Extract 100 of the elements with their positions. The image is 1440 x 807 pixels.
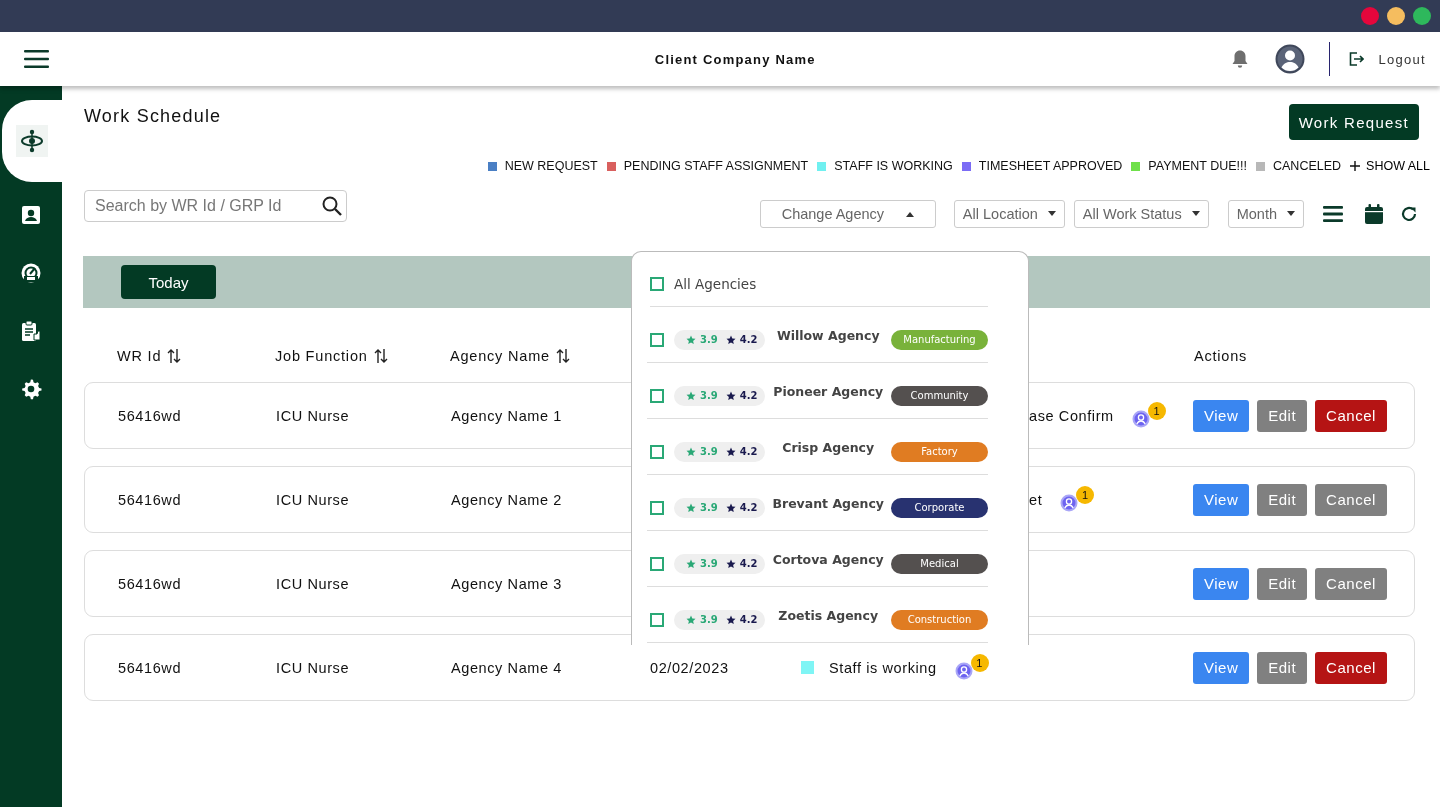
star-icon xyxy=(686,446,696,457)
company-name: Client Company Name xyxy=(653,51,817,67)
table-cell-text: 56416wd xyxy=(118,659,183,676)
edit-button[interactable]: Edit xyxy=(1257,483,1308,516)
status-text: ase Confirm xyxy=(1029,407,1114,424)
staff-icon[interactable] xyxy=(1060,493,1079,512)
status-text: et xyxy=(1029,491,1043,508)
view-button[interactable]: View xyxy=(1193,567,1250,600)
sort-icon[interactable] xyxy=(373,348,388,364)
search-field[interactable]: Search by WR Id / GRP Id xyxy=(84,190,347,222)
agency-name[interactable]: Pioneer Agency xyxy=(765,384,891,399)
refresh-icon[interactable] xyxy=(1400,205,1418,223)
option-label: All Agencies xyxy=(674,276,757,292)
star-icon xyxy=(686,614,696,625)
agency-name[interactable]: Willow Agency xyxy=(765,328,891,343)
table-cell-text: Agency Name 4 xyxy=(451,659,563,676)
view-button[interactable]: View xyxy=(1193,483,1250,516)
star-icon xyxy=(725,558,736,569)
table-cell-text: 56416wd xyxy=(118,407,183,424)
legend-label: TIMESHEET APPROVED xyxy=(978,159,1123,173)
table-cell-text: ICU Nurse xyxy=(276,407,351,424)
filter-dropdown[interactable]: Change Agency xyxy=(759,200,936,228)
rating-pill: 3.9 4.2 xyxy=(674,497,766,518)
checkbox[interactable] xyxy=(650,277,664,291)
checkbox[interactable] xyxy=(650,500,664,515)
table-cell-text: 56416wd xyxy=(118,575,183,592)
search-icon[interactable] xyxy=(321,195,343,217)
agency-name[interactable]: Cortova Agency xyxy=(765,552,891,567)
table-cell-text: ICU Nurse xyxy=(276,491,351,508)
edit-button[interactable]: Edit xyxy=(1257,399,1308,432)
rating-pill: 3.9 4.2 xyxy=(674,553,766,574)
checkbox[interactable] xyxy=(650,444,664,459)
checkbox[interactable] xyxy=(650,556,664,571)
count-badge: 1 xyxy=(1076,485,1095,504)
settings-icon xyxy=(20,378,42,400)
star-icon xyxy=(686,502,696,513)
status-text: Staff is working xyxy=(829,659,937,676)
table-cell-text: ICU Nurse xyxy=(276,659,351,676)
agency-name[interactable]: Brevant Agency xyxy=(765,496,891,511)
star-icon xyxy=(686,558,696,569)
logout-icon xyxy=(1348,51,1365,67)
sort-icon[interactable] xyxy=(555,348,570,364)
category-tag: Corporate xyxy=(891,497,988,518)
checkbox[interactable] xyxy=(650,332,664,347)
table-cell-text: 56416wd xyxy=(118,491,183,508)
list-view-icon[interactable] xyxy=(1322,203,1344,225)
column-header: WR Id xyxy=(117,348,162,364)
star-icon xyxy=(725,390,736,401)
filter-dropdown[interactable]: Month xyxy=(1227,200,1304,228)
column-header: Actions xyxy=(1194,348,1248,364)
filter-dropdown[interactable]: All Work Status xyxy=(1073,200,1209,228)
sidebar-item[interactable] xyxy=(2,100,62,182)
edit-button[interactable]: Edit xyxy=(1257,651,1308,684)
show-all-button[interactable]: SHOW ALL xyxy=(1350,159,1430,173)
gauge-icon xyxy=(20,262,42,284)
logout-button[interactable]: Logout xyxy=(1348,51,1426,67)
category-tag: Construction xyxy=(891,609,988,630)
menu-icon[interactable] xyxy=(24,49,49,69)
legend-label: STAFF IS WORKING xyxy=(834,159,953,173)
table-cell-text: Agency Name 1 xyxy=(451,407,563,424)
staff-icon[interactable] xyxy=(1131,409,1150,428)
view-button[interactable]: View xyxy=(1193,399,1250,432)
rating-pill: 3.9 4.2 xyxy=(674,385,766,406)
avatar-icon[interactable] xyxy=(1275,44,1306,74)
plus-icon xyxy=(1350,161,1361,171)
calendar-icon[interactable] xyxy=(1364,203,1384,225)
bell-icon[interactable] xyxy=(1231,49,1250,69)
agency-name[interactable]: Crisp Agency xyxy=(765,440,891,455)
legend-label: PAYMENT DUE!!! xyxy=(1148,159,1247,173)
legend-label: NEW REQUEST xyxy=(504,159,598,173)
cancel-button[interactable]: Cancel xyxy=(1315,399,1387,432)
star-icon xyxy=(725,614,736,625)
checkbox[interactable] xyxy=(650,388,664,403)
staff-icon[interactable] xyxy=(954,661,973,680)
work-request-button[interactable]: Work Request xyxy=(1288,104,1419,140)
view-button[interactable]: View xyxy=(1193,651,1250,684)
category-tag: Community xyxy=(891,385,988,406)
page-title: Work Schedule xyxy=(84,106,222,127)
today-button[interactable]: Today xyxy=(121,265,216,299)
hub-icon xyxy=(16,125,48,157)
checkbox[interactable] xyxy=(650,612,664,627)
agency-name[interactable]: Zoetis Agency xyxy=(765,608,891,623)
contact-card-icon xyxy=(20,204,42,226)
legend-label: CANCELED xyxy=(1273,159,1342,173)
table-cell-text: ICU Nurse xyxy=(276,575,351,592)
star-icon xyxy=(725,446,736,457)
star-icon xyxy=(725,334,736,345)
star-icon xyxy=(686,390,696,401)
window-control[interactable] xyxy=(1413,7,1431,25)
category-tag: Manufacturing xyxy=(891,329,988,350)
sort-icon[interactable] xyxy=(167,348,182,364)
legend-label: PENDING STAFF ASSIGNMENT xyxy=(623,159,809,173)
filter-dropdown[interactable]: All Location xyxy=(953,200,1065,228)
star-icon xyxy=(725,502,736,513)
rating-pill: 3.9 4.2 xyxy=(674,441,766,462)
cancel-button[interactable]: Cancel xyxy=(1315,651,1387,684)
window-control[interactable] xyxy=(1387,7,1405,25)
category-tag: Medical xyxy=(891,553,988,574)
category-tag: Factory xyxy=(891,441,988,462)
edit-button[interactable]: Edit xyxy=(1257,567,1308,600)
